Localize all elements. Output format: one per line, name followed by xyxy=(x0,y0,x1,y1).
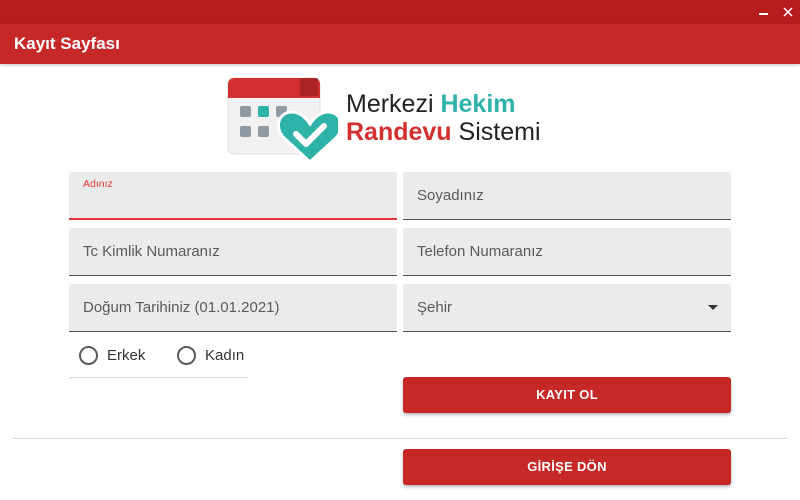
register-button[interactable]: KAYIT OL xyxy=(403,377,731,413)
logo-merkezi: Merkezi xyxy=(346,90,441,118)
gender-radio-group: Erkek Kadın xyxy=(69,336,248,378)
gender-label-erkek: Erkek xyxy=(107,347,146,364)
phone-field[interactable]: Telefon Numaranız xyxy=(403,228,731,276)
last-name-field[interactable]: Soyadınız xyxy=(403,172,731,220)
chevron-down-icon xyxy=(708,305,718,310)
divider xyxy=(12,438,788,439)
logo-text: Merkezi Hekim Randevu Sistemi xyxy=(346,90,541,146)
radio-circle-icon xyxy=(177,346,196,365)
tc-number-placeholder: Tc Kimlik Numaranız xyxy=(83,243,220,260)
close-icon[interactable] xyxy=(776,0,800,24)
birth-date-field[interactable]: Doğum Tarihiniz (01.01.2021) xyxy=(69,284,397,332)
logo-hekim: Hekim xyxy=(440,90,516,118)
minimize-icon[interactable] xyxy=(752,0,776,24)
radio-circle-icon xyxy=(79,346,98,365)
logo-sistemi: Sistemi xyxy=(451,118,541,146)
gender-label-kadin: Kadın xyxy=(205,347,245,364)
app-header: Kayıt Sayfası xyxy=(0,24,800,64)
tc-number-field[interactable]: Tc Kimlik Numaranız xyxy=(69,228,397,276)
last-name-placeholder: Soyadınız xyxy=(417,187,484,204)
calendar-heart-check-icon xyxy=(227,77,338,165)
back-to-login-button[interactable]: GİRİŞE DÖN xyxy=(403,449,731,485)
phone-placeholder: Telefon Numaranız xyxy=(417,243,543,260)
app-logo: Merkezi Hekim Randevu Sistemi xyxy=(226,76,586,168)
logo-randevu: Randevu xyxy=(346,118,452,146)
city-select[interactable]: Şehir xyxy=(403,284,731,332)
window-title-bar xyxy=(0,0,800,24)
birth-date-placeholder: Doğum Tarihiniz (01.01.2021) xyxy=(83,299,280,316)
first-name-field[interactable]: Adınız xyxy=(69,172,397,220)
first-name-label: Adınız xyxy=(83,178,113,190)
page-title: Kayıt Sayfası xyxy=(14,34,120,53)
city-selected-value: Şehir xyxy=(417,299,453,316)
